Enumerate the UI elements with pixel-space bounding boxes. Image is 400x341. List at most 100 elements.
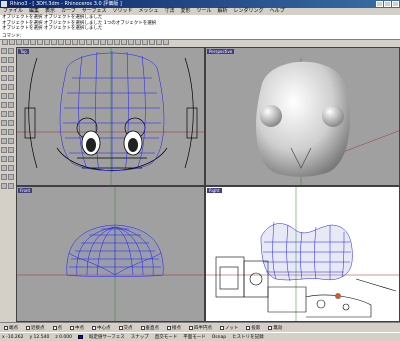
copy-icon[interactable] bbox=[37, 39, 43, 45]
osnap-knot[interactable]: ノット bbox=[220, 325, 238, 331]
rotate-icon[interactable] bbox=[0, 155, 7, 162]
polyline-icon[interactable] bbox=[0, 56, 7, 63]
sphere-icon[interactable] bbox=[7, 101, 14, 108]
save-icon[interactable] bbox=[16, 39, 22, 45]
viewport-top[interactable]: Top bbox=[16, 47, 205, 186]
trim-icon[interactable] bbox=[0, 128, 7, 135]
viewport-right[interactable]: Right bbox=[205, 186, 400, 322]
planar-toggle[interactable]: 平面モード bbox=[183, 334, 206, 340]
menu-edit[interactable]: 編集 bbox=[29, 8, 39, 15]
menu-tools[interactable]: ツール bbox=[197, 8, 212, 15]
menu-transform[interactable]: 変形 bbox=[181, 8, 191, 15]
osnap-point[interactable]: 点 bbox=[52, 325, 62, 331]
osnap-icon[interactable] bbox=[128, 39, 134, 45]
select-icon[interactable] bbox=[100, 39, 106, 45]
current-layer[interactable]: 既定値サーフェス bbox=[89, 334, 125, 340]
zoom-icon[interactable] bbox=[79, 39, 85, 45]
osnap-center[interactable]: 中心点 bbox=[92, 325, 111, 331]
osnap-mid[interactable]: 中点 bbox=[70, 325, 84, 331]
snap-toggle[interactable]: スナップ bbox=[131, 334, 149, 340]
viewport-perspective[interactable]: Perspective bbox=[205, 47, 400, 186]
menu-mesh[interactable]: メッシュ bbox=[138, 8, 158, 15]
viewport-layout-icon[interactable] bbox=[107, 39, 113, 45]
join-icon[interactable] bbox=[0, 137, 7, 144]
osnap-end[interactable]: 端点 bbox=[4, 325, 18, 331]
polygon-icon[interactable] bbox=[0, 83, 7, 90]
osnap-project[interactable]: 投影 bbox=[246, 325, 260, 331]
rectangle-icon[interactable] bbox=[7, 74, 14, 81]
point-icon[interactable] bbox=[0, 47, 7, 54]
undo-icon[interactable] bbox=[51, 39, 57, 45]
history-line: オブジェクトを選択 オブジェクトを選択しました bbox=[2, 26, 103, 32]
line-icon[interactable] bbox=[7, 47, 14, 54]
menu-solid[interactable]: ソリッド bbox=[112, 8, 132, 15]
array-icon[interactable] bbox=[7, 164, 14, 171]
hide-icon[interactable] bbox=[7, 182, 14, 189]
minimize-button[interactable] bbox=[376, 1, 383, 7]
zoom-window-icon[interactable] bbox=[86, 39, 92, 45]
curve-icon[interactable] bbox=[7, 56, 14, 63]
chamfer-icon[interactable] bbox=[7, 119, 14, 126]
history-toggle[interactable]: ヒストリを記録 bbox=[232, 334, 264, 340]
osnap-quad[interactable]: 四半円点 bbox=[189, 325, 212, 331]
menu-help[interactable]: ヘルプ bbox=[270, 8, 285, 15]
cylinder-icon[interactable] bbox=[0, 110, 7, 117]
close-button[interactable] bbox=[392, 1, 399, 7]
copy-object-icon[interactable] bbox=[7, 146, 14, 153]
layer-icon[interactable] bbox=[114, 39, 120, 45]
explode-icon[interactable] bbox=[7, 137, 14, 144]
move-icon[interactable] bbox=[0, 146, 7, 153]
new-file-icon[interactable] bbox=[2, 39, 8, 45]
paste-icon[interactable] bbox=[44, 39, 50, 45]
redo-icon[interactable] bbox=[58, 39, 64, 45]
fillet-icon[interactable] bbox=[0, 119, 7, 126]
print-icon[interactable] bbox=[23, 39, 29, 45]
properties-icon[interactable] bbox=[121, 39, 127, 45]
open-file-icon[interactable] bbox=[9, 39, 15, 45]
help-icon[interactable] bbox=[163, 39, 169, 45]
arc-icon[interactable] bbox=[7, 65, 14, 72]
boolean-icon[interactable] bbox=[0, 173, 7, 180]
osnap-tan[interactable]: 接点 bbox=[167, 325, 181, 331]
analyze-icon[interactable] bbox=[7, 173, 14, 180]
viewport-label[interactable]: Right bbox=[207, 188, 222, 193]
menu-surface[interactable]: サーフェス bbox=[82, 8, 107, 15]
pan-icon[interactable] bbox=[65, 39, 71, 45]
box-icon[interactable] bbox=[0, 101, 7, 108]
zoom-extents-icon[interactable] bbox=[93, 39, 99, 45]
osnap-near[interactable]: 近接点 bbox=[26, 325, 45, 331]
split-icon[interactable] bbox=[7, 128, 14, 135]
circle-icon[interactable] bbox=[0, 65, 7, 72]
maximize-button[interactable] bbox=[384, 1, 391, 7]
text-icon[interactable] bbox=[7, 83, 14, 90]
menu-file[interactable]: ファイル bbox=[3, 8, 23, 15]
ellipse-icon[interactable] bbox=[0, 74, 7, 81]
menu-analyze[interactable]: 解析 bbox=[218, 8, 228, 15]
menu-dimension[interactable]: 寸法 bbox=[164, 8, 174, 15]
osnap-perp[interactable]: 垂直点 bbox=[140, 325, 159, 331]
scale-icon[interactable] bbox=[7, 155, 14, 162]
shade-icon[interactable] bbox=[142, 39, 148, 45]
viewport-front[interactable]: Front bbox=[16, 186, 205, 322]
osnap-disable[interactable]: 無効 bbox=[268, 325, 282, 331]
ortho-toggle[interactable]: 直交モード bbox=[155, 334, 178, 340]
surface-icon[interactable] bbox=[0, 92, 7, 99]
mirror-icon[interactable] bbox=[0, 164, 7, 171]
dimension-icon[interactable] bbox=[0, 182, 7, 189]
cut-icon[interactable] bbox=[30, 39, 36, 45]
menu-view[interactable]: 表示 bbox=[45, 8, 55, 15]
options-icon[interactable] bbox=[156, 39, 162, 45]
mesh-icon[interactable] bbox=[7, 110, 14, 117]
viewport-label[interactable]: Top bbox=[18, 49, 29, 54]
osnap-int[interactable]: 交点 bbox=[118, 325, 133, 331]
menu-curve[interactable]: カーブ bbox=[61, 8, 76, 15]
menu-render[interactable]: レンダリング bbox=[234, 8, 264, 15]
rotate-view-icon[interactable] bbox=[72, 39, 78, 45]
extrude-icon[interactable] bbox=[7, 92, 14, 99]
title-bar: Rhino3 - [ 3DH.3dm - Rhinoceros 3.0 評価版 … bbox=[0, 0, 400, 8]
viewport-label[interactable]: Front bbox=[18, 188, 33, 193]
osnap-toggle[interactable]: Osnap bbox=[212, 335, 226, 340]
wireframe-icon[interactable] bbox=[149, 39, 155, 45]
render-icon[interactable] bbox=[135, 39, 141, 45]
viewport-label[interactable]: Perspective bbox=[207, 49, 235, 54]
